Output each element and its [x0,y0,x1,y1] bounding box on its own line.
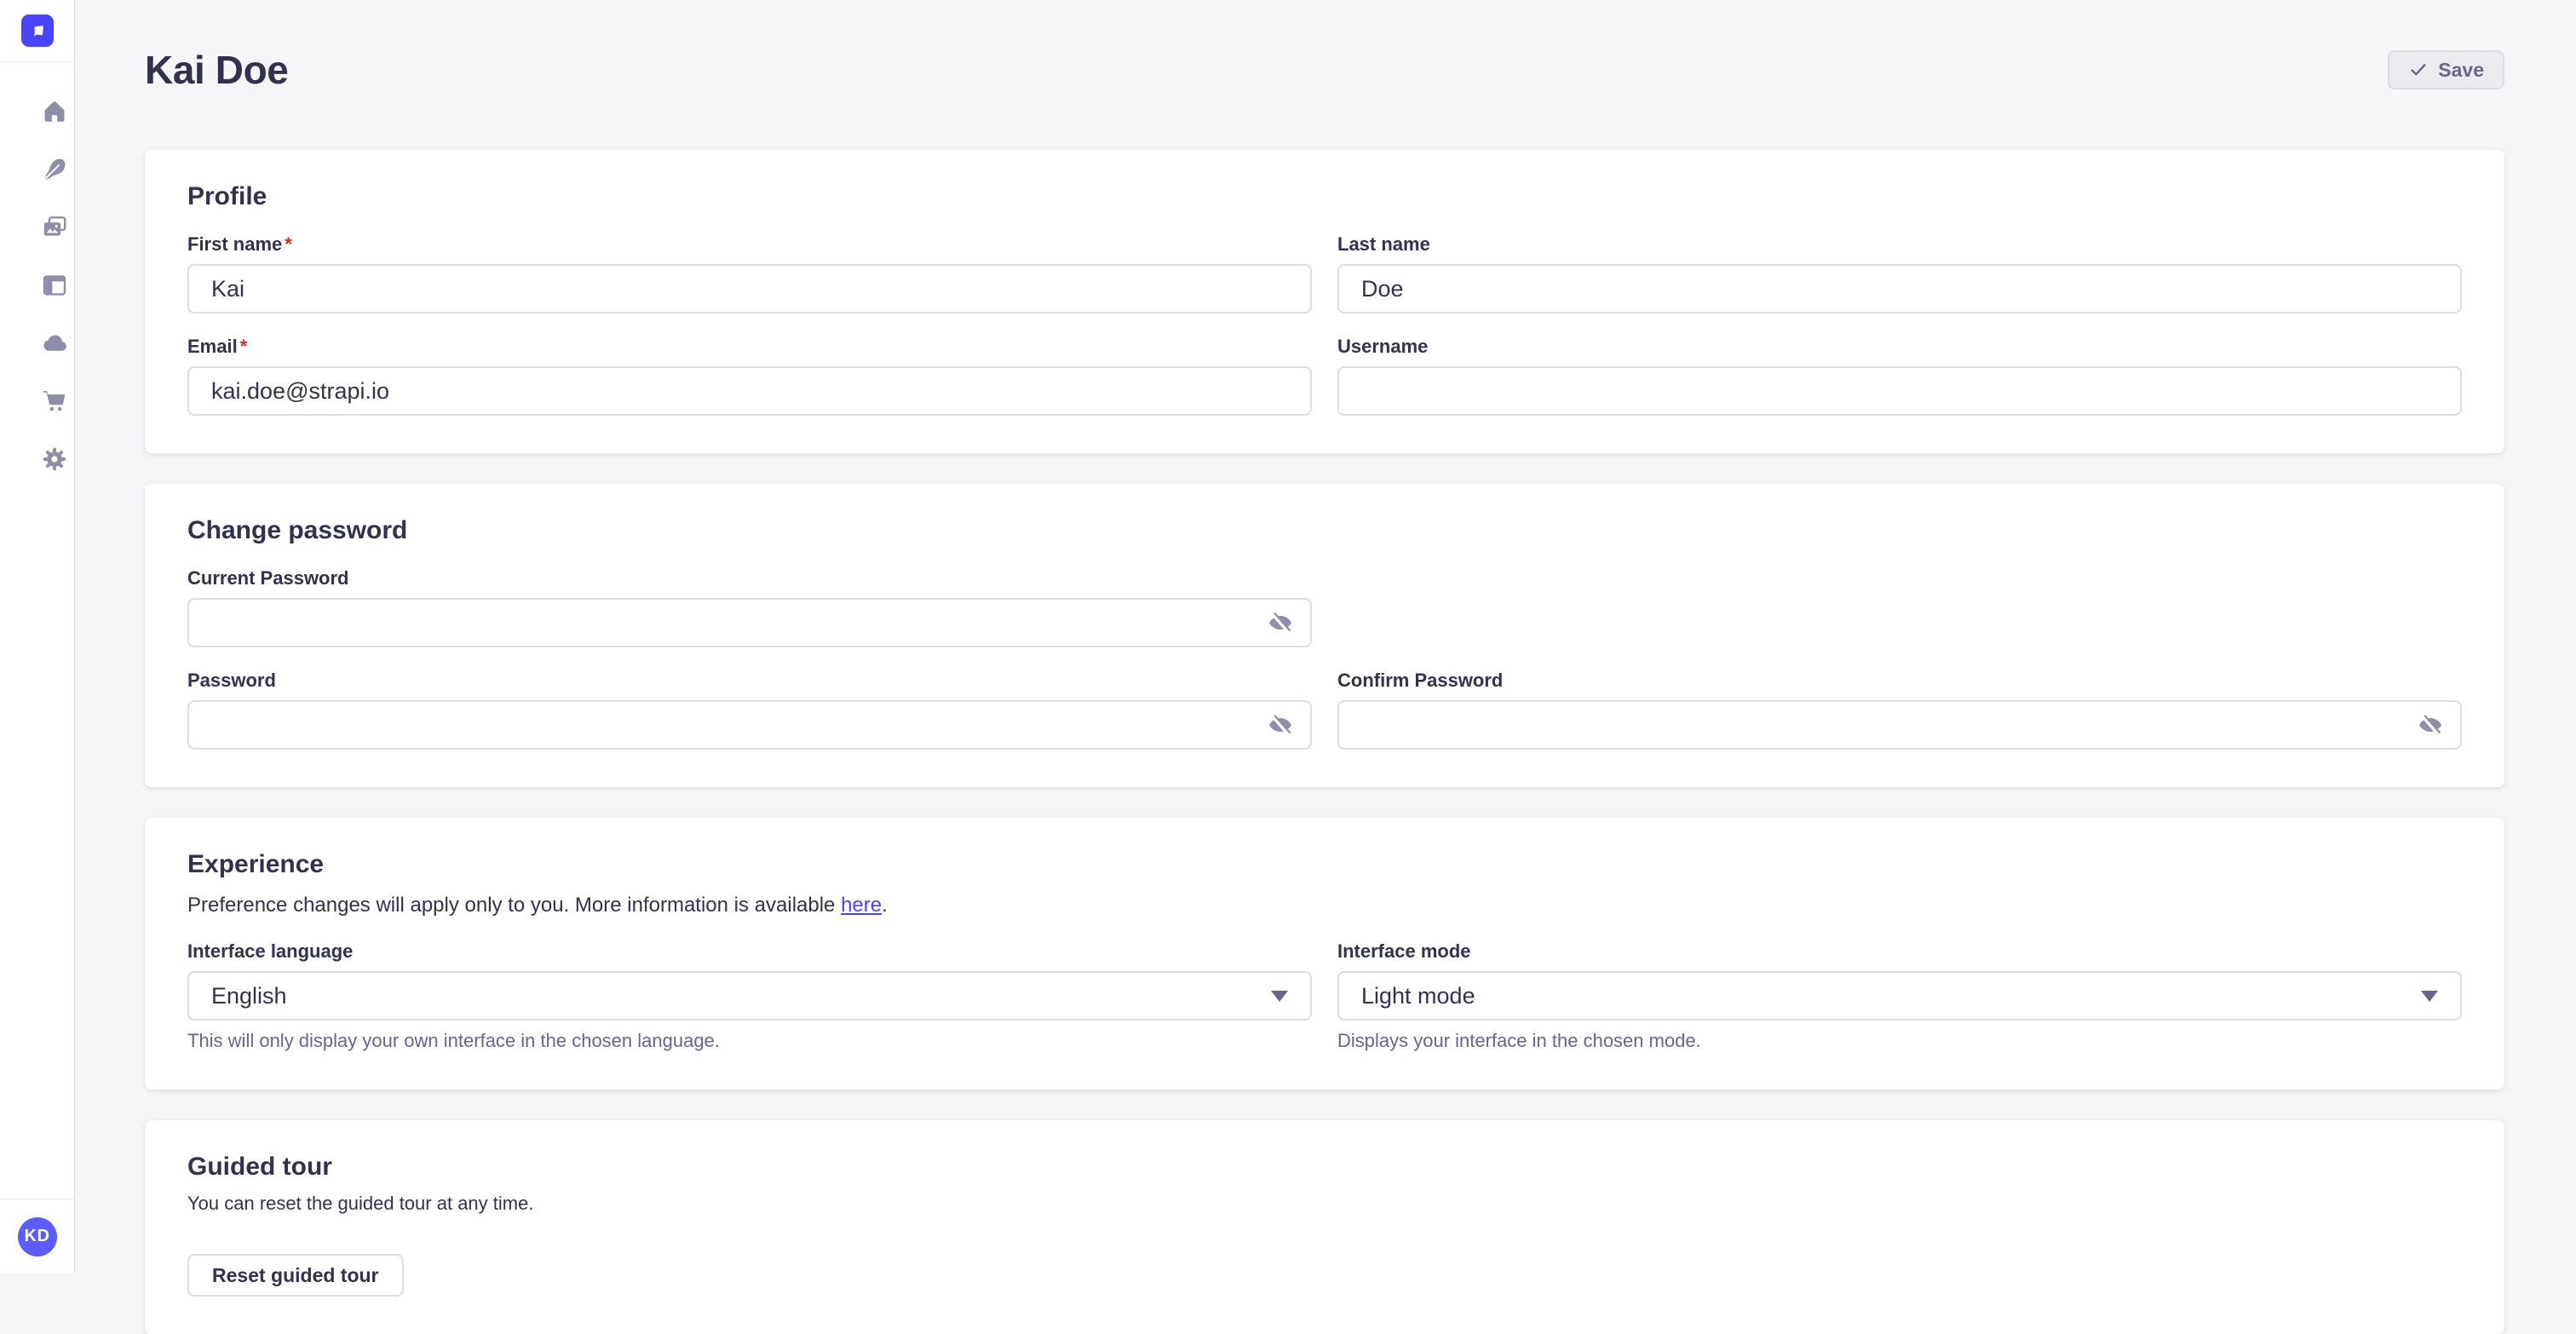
eye-slash-icon [2418,712,2443,738]
experience-grid: Interface language English This will onl… [187,940,2462,1052]
confirm-password-field: Confirm Password [1337,670,2462,750]
required-asterisk: * [285,233,292,255]
sidebar-item-content-manager[interactable] [34,141,74,198]
eye-slash-icon [1268,712,1293,738]
chevron-down-icon [1271,991,1288,1002]
check-icon [2408,60,2429,80]
change-password-card-title: Change password [187,515,2462,547]
reset-guided-tour-button[interactable]: Reset guided tour [187,1254,404,1297]
last-name-field: Last name [1337,233,2462,313]
toggle-confirm-password-visibility-button[interactable] [2414,709,2447,741]
toggle-new-password-visibility-button[interactable] [1264,709,1297,741]
password-grid: Current Password Pass [187,567,2462,750]
first-name-label: First name* [187,233,1312,256]
profile-card: Profile First name* Last name Email* [145,150,2504,453]
profile-card-title: Profile [187,181,2462,213]
current-password-label: Current Password [187,567,1312,589]
sidebar-item-home[interactable] [34,83,74,141]
confirm-password-input[interactable] [1337,700,2462,750]
save-button-label: Save [2438,59,2484,82]
save-button[interactable]: Save [2388,50,2504,89]
guided-tour-card-title: Guided tour [187,1151,2462,1183]
feather-icon [41,156,68,183]
email-label: Email* [187,336,1312,358]
guided-tour-description: You can reset the guided tour at any tim… [187,1192,2462,1215]
sidebar-logo-area [0,0,74,62]
interface-language-value: English [211,983,287,1009]
last-name-input[interactable] [1337,264,2462,313]
new-password-label: Password [187,670,1312,692]
last-name-control [1337,264,2462,313]
eye-slash-icon [1268,610,1293,635]
settings-cards: Profile First name* Last name Email* [145,150,2504,1334]
layout-icon [41,272,68,299]
experience-description: Preference changes will apply only to yo… [187,893,2462,918]
guided-tour-card: Guided tour You can reset the guided tou… [145,1120,2504,1334]
email-field: Email* [187,336,1312,416]
username-label: Username [1337,336,2462,358]
shopping-cart-icon [41,388,68,415]
toggle-current-password-visibility-button[interactable] [1264,607,1297,639]
first-name-input[interactable] [187,264,1312,313]
confirm-password-label: Confirm Password [1337,670,2462,692]
sidebar-item-settings[interactable] [34,430,74,488]
interface-mode-field: Interface mode Light mode Displays your … [1337,940,2462,1052]
username-field: Username [1337,336,2462,416]
profile-grid: First name* Last name Email* [187,233,2462,416]
interface-language-hint: This will only display your own interfac… [187,1029,1312,1052]
main-content: Kai Doe Save Profile First name* Last na… [75,0,2576,1274]
first-name-control [187,264,1312,313]
spacer [1337,567,2462,647]
strapi-logo-icon [27,20,48,41]
email-control [187,366,1312,416]
experience-card-title: Experience [187,848,2462,881]
current-password-field: Current Password [187,567,1312,647]
sidebar-footer: KD [0,1199,74,1274]
current-password-control [187,598,1312,647]
username-input[interactable] [1337,366,2462,416]
first-name-field: First name* [187,233,1312,313]
new-password-input[interactable] [187,700,1312,750]
home-icon [41,98,68,125]
new-password-control [187,700,1312,750]
strapi-logo[interactable] [21,14,54,47]
media-library-icon [41,214,68,241]
sidebar-item-deploy[interactable] [34,314,74,372]
page-title: Kai Doe [145,46,288,94]
username-control [1337,366,2462,416]
cloud-icon [41,330,68,357]
interface-mode-value: Light mode [1361,983,1475,1009]
interface-language-field: Interface language English This will onl… [187,940,1312,1052]
interface-language-select[interactable]: English [187,971,1312,1021]
interface-mode-select[interactable]: Light mode [1337,971,2462,1021]
interface-mode-label: Interface mode [1337,940,2462,963]
sidebar-item-media-library[interactable] [34,198,74,256]
current-password-input[interactable] [187,598,1312,647]
email-input[interactable] [187,366,1312,416]
interface-language-label: Interface language [187,940,1312,963]
chevron-down-icon [2421,991,2438,1002]
more-information-link[interactable]: here [841,894,882,917]
new-password-field: Password [187,670,1312,750]
change-password-card: Change password Current Password [145,484,2504,787]
page-header: Kai Doe Save [145,46,2504,94]
sidebar: KD [0,0,75,1274]
sidebar-item-marketplace[interactable] [34,372,74,430]
required-asterisk: * [240,336,248,357]
last-name-label: Last name [1337,233,2462,256]
gear-icon [41,446,68,473]
sidebar-nav [0,62,74,488]
confirm-password-control [1337,700,2462,750]
user-avatar[interactable]: KD [18,1217,57,1256]
sidebar-item-content-type-builder[interactable] [34,256,74,314]
experience-card: Experience Preference changes will apply… [145,818,2504,1090]
interface-mode-hint: Displays your interface in the chosen mo… [1337,1029,2462,1052]
